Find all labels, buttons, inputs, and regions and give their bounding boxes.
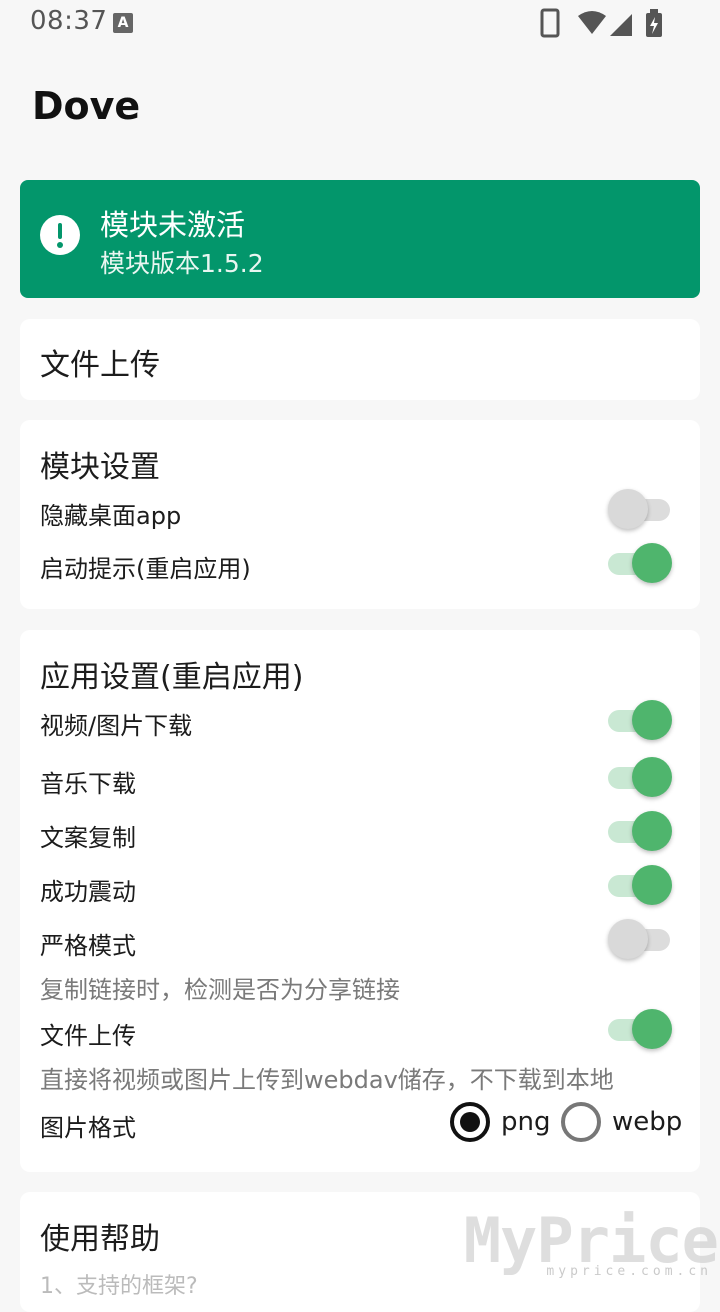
app-settings-title: 应用设置(重启应用) <box>40 660 304 695</box>
copy-text-switch[interactable] <box>608 809 672 851</box>
notification-a-icon: A <box>113 13 133 33</box>
music-download-switch[interactable] <box>608 755 672 797</box>
phone-icon <box>540 8 560 38</box>
file-upload-label: 文件上传 <box>40 1022 136 1050</box>
video-image-download-label: 视频/图片下载 <box>40 712 193 740</box>
png-radio[interactable] <box>450 1102 490 1142</box>
status-icons <box>540 8 670 38</box>
hide-launcher-label: 隐藏桌面app <box>40 502 182 530</box>
wifi-icon <box>578 11 606 34</box>
png-radio-label[interactable]: png <box>501 1107 551 1137</box>
file-upload-hint: 直接将视频或图片上传到webdav储存，不下载到本地 <box>40 1066 614 1094</box>
video-image-download-switch[interactable] <box>608 698 672 740</box>
launch-tip-label: 启动提示(重启应用) <box>40 555 251 583</box>
module-status-card[interactable]: 模块未激活 模块版本1.5.2 <box>20 180 700 298</box>
music-download-label: 音乐下载 <box>40 770 136 798</box>
hide-launcher-switch[interactable] <box>608 487 672 529</box>
strict-mode-switch[interactable] <box>608 917 672 959</box>
file-upload-switch[interactable] <box>608 1007 672 1049</box>
file-upload-card[interactable]: 文件上传 <box>20 319 700 400</box>
battery-icon <box>646 9 662 37</box>
help-title: 使用帮助 <box>40 1222 160 1257</box>
copy-text-label: 文案复制 <box>40 824 136 852</box>
help-first-item[interactable]: 1、支持的框架? <box>40 1268 198 1300</box>
status-bar: 08:37 A <box>0 0 720 48</box>
status-time: 08:37 <box>30 6 108 36</box>
launch-tip-switch[interactable] <box>608 541 672 583</box>
signal-icon <box>610 14 632 36</box>
alert-icon <box>40 215 80 255</box>
app-settings-card: 应用设置(重启应用) 视频/图片下载 音乐下载 文案复制 成功震动 严格模式 复… <box>20 630 700 1172</box>
watermark-url: myprice.com.cn <box>546 1264 712 1279</box>
image-format-label: 图片格式 <box>40 1114 136 1142</box>
success-vibrate-label: 成功震动 <box>40 878 136 906</box>
module-version: 模块版本1.5.2 <box>100 249 264 278</box>
module-settings-card: 模块设置 隐藏桌面app 启动提示(重启应用) <box>20 420 700 609</box>
app-title: Dove <box>32 84 141 128</box>
module-settings-title: 模块设置 <box>40 450 160 485</box>
strict-mode-hint: 复制链接时，检测是否为分享链接 <box>40 976 400 1004</box>
webp-radio-label[interactable]: webp <box>612 1107 682 1137</box>
webp-radio[interactable] <box>561 1102 601 1142</box>
strict-mode-label: 严格模式 <box>40 932 136 960</box>
file-upload-title: 文件上传 <box>40 348 160 383</box>
success-vibrate-switch[interactable] <box>608 863 672 905</box>
module-status-title: 模块未激活 <box>100 208 246 242</box>
